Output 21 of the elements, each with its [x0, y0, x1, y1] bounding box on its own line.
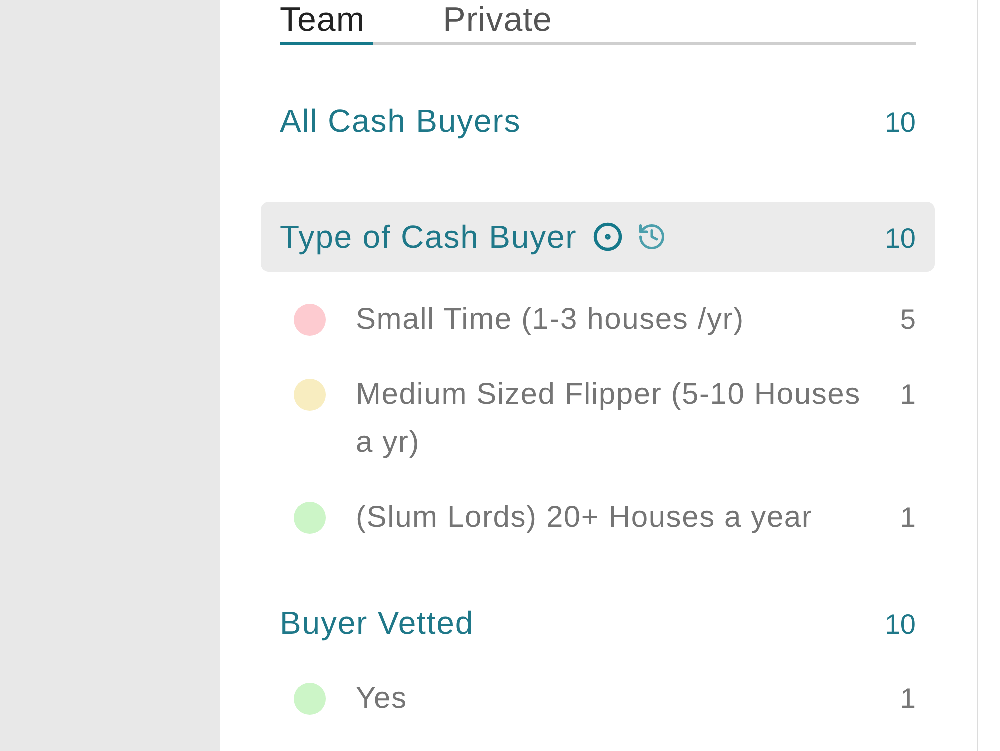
tab[interactable]: Private: [443, 0, 560, 45]
option-count: 1: [900, 501, 916, 535]
group-header[interactable]: Buyer Vetted 10: [261, 595, 935, 651]
group-count: 10: [884, 106, 916, 139]
option-label[interactable]: Small Time (1-3 houses /yr): [356, 296, 880, 344]
group-title: All Cash Buyers: [280, 102, 522, 140]
tab[interactable]: Team: [280, 0, 374, 45]
option-count: 5: [900, 303, 916, 337]
group-title: Buyer Vetted: [280, 604, 474, 642]
group-header[interactable]: All Cash Buyers 10: [261, 93, 935, 149]
option-label[interactable]: (Slum Lords) 20+ Houses a year: [356, 494, 880, 542]
history-icon[interactable]: [637, 222, 668, 252]
group-count: 10: [884, 608, 916, 641]
option-label[interactable]: Medium Sized Flipper (5-10 Houses a yr): [356, 371, 880, 467]
group-title: Type of Cash Buyer: [280, 218, 578, 256]
group-count: 10: [884, 222, 916, 255]
option-label[interactable]: Yes: [356, 675, 880, 723]
group-header[interactable]: Type of Cash Buyer 10: [261, 202, 935, 272]
option-count: 1: [900, 682, 916, 716]
circle-dot-icon[interactable]: [593, 222, 624, 252]
option-count: 1: [900, 378, 916, 412]
